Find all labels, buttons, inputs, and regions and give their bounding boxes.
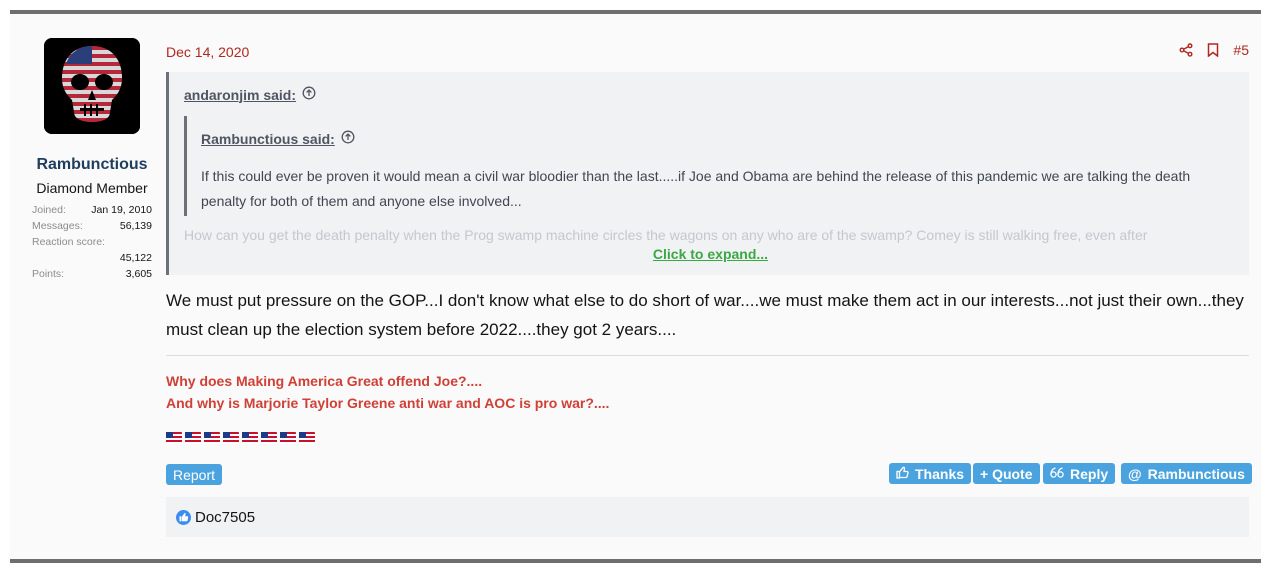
mention-label: Rambunctious	[1147, 465, 1245, 482]
stat-joined-value: Jan 19, 2010	[91, 204, 152, 216]
bookmark-icon[interactable]	[1207, 43, 1219, 57]
nested-quote-attribution[interactable]: Rambunctious said:	[201, 130, 355, 147]
quote-block: andaronjim said: Rambunctious said: If t…	[166, 72, 1249, 275]
quote-faded-text: How can you get the death penalty when t…	[184, 227, 1148, 243]
us-flag-icon	[223, 432, 239, 444]
report-button[interactable]: Report	[166, 464, 223, 485]
thumbs-up-icon	[896, 466, 909, 482]
page: Rambunctious Diamond Member Joined: Jan …	[0, 0, 1278, 572]
stat-messages-value[interactable]: 56,139	[120, 220, 152, 232]
report-label: Report	[173, 466, 216, 483]
reply-label: Reply	[1070, 465, 1109, 482]
stat-reaction: Reaction score:	[32, 234, 152, 250]
bottom-border	[10, 559, 1261, 563]
post-number[interactable]: #5	[1233, 42, 1249, 58]
thanks-button[interactable]: Thanks	[889, 463, 972, 484]
signature-divider	[166, 355, 1249, 356]
arrow-up-circle-icon[interactable]	[341, 130, 355, 147]
stat-messages: Messages: 56,139	[32, 218, 152, 234]
post-actions: #5	[1179, 42, 1249, 58]
stat-reaction-label: Reaction score:	[32, 236, 105, 248]
stat-joined: Joined: Jan 19, 2010	[32, 202, 152, 218]
post-container: Rambunctious Diamond Member Joined: Jan …	[10, 14, 1261, 559]
post-date[interactable]: Dec 14, 2020	[166, 44, 249, 60]
user-title: Diamond Member	[36, 180, 148, 196]
stat-joined-label: Joined:	[32, 204, 66, 216]
username[interactable]: Rambunctious	[20, 156, 164, 174]
quote-label: + Quote	[980, 465, 1033, 482]
post-body: We must put pressure on the GOP...I don'…	[166, 291, 1244, 339]
reply-button[interactable]: Reply	[1043, 463, 1116, 484]
mention-button[interactable]: @ Rambunctious	[1121, 463, 1252, 484]
us-flag-icon	[261, 432, 277, 444]
user-stats: Joined: Jan 19, 2010 Messages: 56,139 Re…	[32, 202, 152, 282]
signature-flags	[166, 432, 315, 444]
us-flag-icon	[204, 432, 220, 444]
stat-points: Points: 3,605	[32, 266, 152, 282]
quote-author[interactable]: andaronjim said:	[184, 87, 296, 103]
us-flag-icon	[280, 432, 296, 444]
reactions-bar: Doc7505	[166, 497, 1249, 537]
avatar[interactable]	[44, 38, 140, 134]
quote-button[interactable]: + Quote	[973, 463, 1040, 484]
nested-quote-text: If this could ever be proven it would me…	[201, 168, 1191, 209]
stat-points-label: Points:	[32, 268, 65, 280]
us-flag-icon	[299, 432, 315, 444]
click-to-expand-link[interactable]: Click to expand...	[169, 246, 1249, 262]
stat-reaction-value: 45,122	[119, 252, 152, 264]
thanks-label: Thanks	[915, 465, 965, 482]
signature-line-2: And why is Marjorie Taylor Greene anti w…	[166, 395, 610, 411]
signature-line-1: Why does Making America Great offend Joe…	[166, 373, 483, 389]
stat-messages-label: Messages:	[32, 220, 83, 232]
skull-flag-icon	[44, 38, 140, 134]
quote-attribution[interactable]: andaronjim said:	[184, 86, 316, 103]
nested-quote-author[interactable]: Rambunctious said:	[201, 131, 335, 147]
quote-marks-icon	[1050, 466, 1064, 482]
share-icon[interactable]	[1179, 43, 1193, 57]
at-sign-icon: @	[1128, 465, 1142, 482]
like-reaction-icon	[176, 509, 191, 525]
nested-quote-block: Rambunctious said: If this could ever be…	[184, 116, 1244, 216]
reaction-user[interactable]: Doc7505	[195, 509, 255, 526]
us-flag-icon	[242, 432, 258, 444]
us-flag-icon	[185, 432, 201, 444]
signature: Why does Making America Great offend Joe…	[166, 370, 609, 414]
us-flag-icon	[166, 432, 182, 444]
stat-points-value: 3,605	[125, 268, 152, 280]
arrow-up-circle-icon[interactable]	[302, 86, 316, 103]
